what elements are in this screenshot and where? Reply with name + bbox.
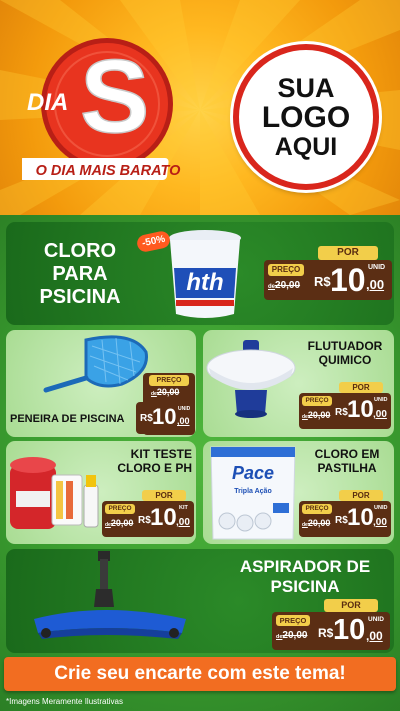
price-unit: UNID: [374, 397, 388, 403]
old-price: de20,00: [105, 518, 134, 528]
price-unit: UNID: [368, 264, 386, 271]
currency-symbol: R$: [138, 515, 151, 526]
price-cents: ,00: [177, 416, 190, 426]
currency-symbol: R$: [140, 413, 153, 424]
price-por-label: POR: [142, 490, 186, 501]
price-unit: UNID: [368, 616, 384, 623]
pool-vacuum-head-image: [34, 551, 186, 639]
price-preco-label: PREÇO: [302, 396, 332, 406]
product-name: PENEIRA DE PISCINA: [10, 413, 125, 425]
product-card-peneira: PENEIRA DE PISCINA PREÇO de20,00 R$ 10 ,…: [6, 330, 196, 437]
logo-placeholder: SUA LOGO AQUI: [233, 44, 379, 190]
price-tag: POR PREÇO de20,00 R$ 10 ,00 UNID: [299, 382, 391, 432]
product-name: CLORO EM PASTILHA: [314, 447, 380, 475]
price-tag-main: R$ 10 ,00 UNID: [136, 402, 194, 434]
currency-symbol: R$: [335, 407, 348, 418]
price-cents: ,00: [366, 277, 385, 292]
price-preco-label: PREÇO: [105, 504, 135, 514]
chemical-floater-image: [206, 340, 296, 418]
price-integer: 10: [330, 262, 366, 298]
test-kit-image: [10, 457, 99, 529]
old-price: de20,00: [302, 518, 331, 528]
product-name: CLORO PARA PSICINA: [39, 240, 121, 308]
currency-symbol: R$: [318, 626, 334, 640]
price-preco-label: PREÇO: [268, 264, 304, 276]
currency-symbol: R$: [314, 274, 331, 289]
price-por-label: POR: [339, 382, 383, 393]
product-card-pastilha: Pace Tripla Ação CLORO EM PASTILHA POR P…: [203, 441, 394, 544]
logo-line-1: SUA: [277, 72, 335, 103]
price-body: R$ 10 ,00 UNID: [136, 402, 194, 434]
price-cents: ,00: [373, 409, 387, 420]
price-cents: ,00: [176, 517, 190, 528]
badge-s-letter: S: [80, 39, 149, 155]
old-price: de20,00: [268, 280, 301, 291]
price-tag: POR PREÇO de20,00 R$ 10 ,00 KIT: [102, 490, 194, 540]
price-tag: POR PREÇO de20,00 R$ 10 ,00 UNID: [264, 246, 392, 306]
disclaimer-text: *Imagens Meramente Ilustrativas: [6, 697, 123, 706]
old-price: de20,00: [302, 410, 331, 420]
product-name: FLUTUADOR QUIMICO: [307, 339, 383, 367]
price-integer: 10: [152, 404, 177, 429]
price-unit: UNID: [178, 406, 191, 412]
price-preco-label: PREÇO: [276, 615, 310, 626]
badge-dia-text: DIA: [27, 89, 68, 116]
price-preco-label: PREÇO: [302, 504, 332, 514]
product-card-kit: KIT TESTE CLORO E PH POR PREÇO de20,00 R…: [6, 441, 196, 544]
price-por-label: POR: [324, 599, 378, 612]
price-tag: POR PREÇO de20,00 R$ 10 ,00 UNID: [272, 599, 390, 651]
price-tag: POR PREÇO de20,00 R$ 10 ,00 UNID: [299, 490, 391, 540]
cta-banner[interactable]: Crie seu encarte com este tema!: [4, 657, 396, 691]
price-integer: 10: [347, 396, 374, 423]
dia-s-badge: DIA S O DIA MAIS BARATO: [22, 38, 181, 180]
old-price: de20,00: [151, 387, 180, 397]
currency-symbol: R$: [335, 515, 348, 526]
pool-net-image: [43, 335, 148, 393]
price-cents: ,00: [373, 517, 387, 528]
pace-subtitle: Tripla Ação: [234, 488, 271, 495]
header-banner: DIA S O DIA MAIS BARATO SUA LOGO AQUI: [0, 0, 400, 215]
price-integer: 10: [347, 504, 374, 531]
product-card-flutuador: FLUTUADOR QUIMICO POR PREÇO de20,00 R$ 1…: [203, 330, 394, 437]
price-preco-label: PREÇO: [149, 375, 189, 386]
product-card-aspirador: ASPIRADOR DE PSICINA POR PREÇO de20,00 R…: [6, 549, 394, 653]
price-body: PREÇO de20,00 R$ 10 ,00 KIT: [102, 501, 194, 537]
product-card-cloro: CLORO PARA PSICINA hth POR PREÇO de20,00…: [6, 222, 394, 325]
price-body: PREÇO de20,00 R$ 10 ,00 UNID: [299, 393, 391, 429]
product-name: KIT TESTE CLORO E PH: [117, 447, 192, 475]
price-cents: ,00: [366, 629, 383, 643]
old-price: de20,00: [276, 630, 308, 641]
chlorine-bucket-image: hth: [169, 230, 241, 318]
price-body: PREÇO de20,00 R$ 10 ,00 UNID: [299, 501, 391, 537]
price-por-label: POR: [318, 246, 378, 260]
chlorine-tablets-bag-image: Pace Tripla Ação: [210, 446, 296, 540]
price-unit: UNID: [374, 505, 388, 511]
product-name: ASPIRADOR DE PSICINA: [239, 557, 371, 596]
hth-brand: hth: [186, 269, 223, 296]
pace-brand: Pace: [232, 463, 274, 483]
price-body: PREÇO de20,00 R$ 10 ,00 UNID: [272, 612, 390, 650]
price-unit: KIT: [179, 505, 188, 511]
price-integer: 10: [333, 614, 366, 646]
price-integer: 10: [150, 504, 177, 531]
price-body: PREÇO de20,00 R$ 10 ,00 UNID: [264, 260, 392, 300]
logo-line-3: AQUI: [274, 132, 338, 161]
price-por-label: POR: [339, 490, 383, 501]
badge-caption: O DIA MAIS BARATO: [36, 163, 181, 179]
logo-line-2: LOGO: [261, 101, 351, 135]
